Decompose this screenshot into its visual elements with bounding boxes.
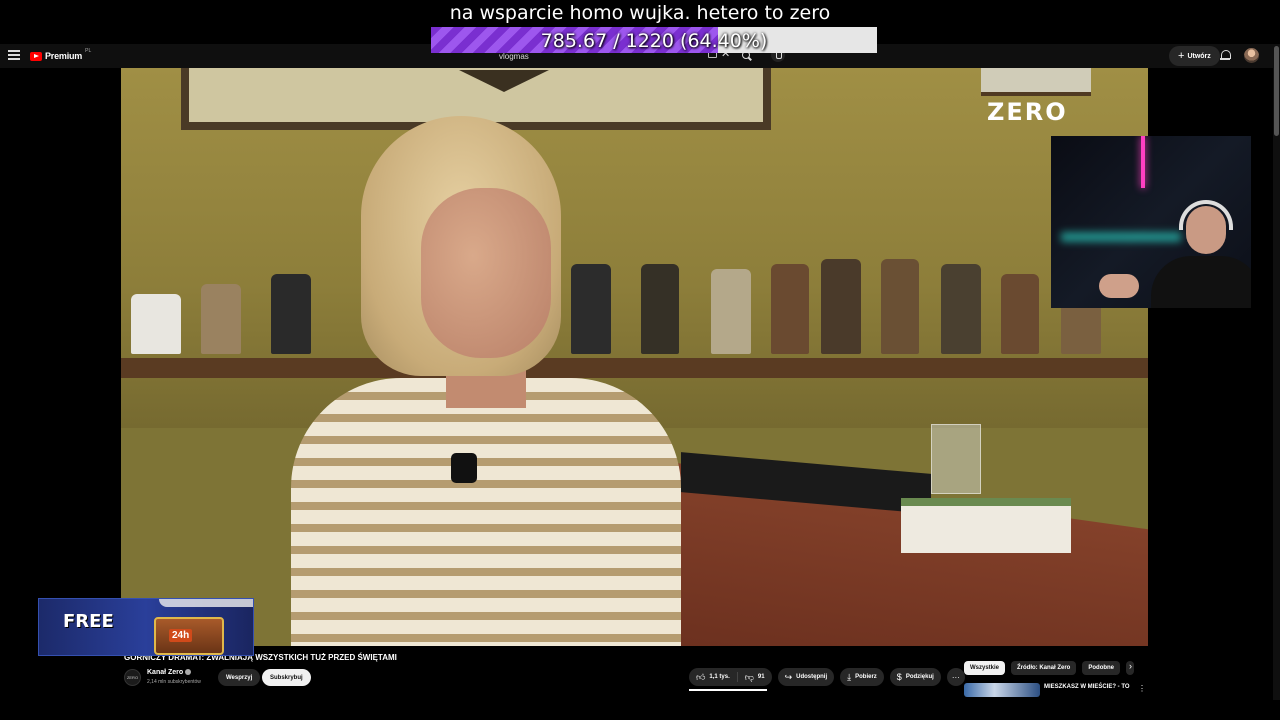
- dislike-button[interactable]: 👎︎ 91: [738, 668, 772, 686]
- thumbs-down-icon: 👎︎: [744, 671, 754, 682]
- recommended-video-title[interactable]: MIESZKASZ W MIEŚCIE? - TO: [1044, 684, 1130, 690]
- video-scene-jar: [1001, 274, 1039, 354]
- video-speaker: [281, 108, 701, 646]
- user-avatar[interactable]: [1244, 48, 1259, 63]
- channel-watermark: ZERO: [987, 98, 1068, 126]
- more-actions-icon[interactable]: ···: [946, 668, 965, 686]
- video-progress-line[interactable]: [689, 689, 767, 691]
- support-button[interactable]: Wesprzyj: [218, 669, 261, 686]
- share-label: Udostępnij: [796, 674, 828, 680]
- download-icon: ⤓: [847, 671, 852, 682]
- progress-text: 785.67 / 1220 (64.40%): [540, 30, 768, 52]
- channel-avatar[interactable]: ZERO: [124, 669, 141, 686]
- donation-progress-bar: 785.67 / 1220 (64.40%): [431, 27, 877, 53]
- scrollbar-thumb[interactable]: [1274, 46, 1279, 136]
- share-icon: ↪: [784, 671, 793, 682]
- subscribe-button[interactable]: Subskrybuj: [262, 669, 311, 686]
- youtube-premium-logo[interactable]: Premium PL: [30, 48, 92, 62]
- create-button[interactable]: + Utwórz: [1169, 46, 1220, 66]
- plus-icon: +: [1178, 50, 1185, 62]
- chip-all[interactable]: Wszystkie: [964, 661, 1006, 675]
- ad-text: FREE: [63, 611, 114, 632]
- video-scene-jar: [771, 264, 809, 354]
- recommended-video-thumbnail[interactable]: [964, 683, 1040, 697]
- video-scene-jar: [821, 259, 861, 354]
- video-scene-jar: [131, 294, 181, 354]
- like-dislike-group: 👍︎ 1,1 tys. 👎︎ 91: [689, 668, 772, 686]
- chip-similar[interactable]: Podobne: [1082, 661, 1121, 675]
- like-button[interactable]: 👍︎ 1,1 tys.: [689, 668, 737, 686]
- ad-tag: 24h: [169, 629, 193, 642]
- create-label: Utwórz: [1187, 52, 1211, 60]
- logo-country-code: PL: [85, 48, 92, 54]
- video-scene-jar: [941, 264, 981, 354]
- hamburger-menu-icon[interactable]: [8, 50, 20, 62]
- download-label: Pobierz: [855, 674, 877, 680]
- video-scene-jar: [881, 259, 919, 354]
- channel-name-text[interactable]: Kanał Zero: [147, 669, 183, 676]
- channel-name[interactable]: Kanał Zero: [147, 669, 192, 676]
- subscriber-count: 2,14 mln subskrybentów: [147, 679, 201, 685]
- thumbs-up-icon: 👍︎: [696, 671, 706, 682]
- video-scene-books: [901, 498, 1071, 553]
- page-scrollbar[interactable]: [1273, 44, 1280, 700]
- thanks-icon: $: [896, 672, 902, 682]
- video-actions: 👍︎ 1,1 tys. 👎︎ 91 ↪ Udostępnij ⤓ Pobierz…: [689, 668, 965, 686]
- recommended-video-menu-icon[interactable]: ⋮: [1138, 684, 1146, 693]
- thanks-label: Podziękuj: [905, 674, 934, 680]
- like-count: 1,1 tys.: [709, 674, 730, 680]
- recommendation-chips: Wszystkie Źródło: Kanał Zero Podobne: [964, 661, 1135, 675]
- video-scene-jar: [711, 269, 751, 354]
- video-player[interactable]: ZERO: [121, 68, 1148, 646]
- video-scene-glass: [931, 424, 981, 494]
- thanks-button[interactable]: $ Podziękuj: [889, 668, 941, 686]
- dislike-count: 91: [757, 674, 765, 680]
- stream-goal-title: na wsparcie homo wujka. hetero to zero: [449, 2, 831, 24]
- video-scene-jar: [201, 284, 241, 354]
- chip-source[interactable]: Źródło: Kanał Zero: [1011, 661, 1077, 675]
- verified-icon: [185, 669, 192, 675]
- download-button[interactable]: ⤓ Pobierz: [840, 668, 884, 686]
- video-scene-frame-right: [981, 68, 1091, 96]
- lapel-mic: [451, 453, 477, 483]
- logo-text: Premium: [45, 51, 83, 61]
- share-button[interactable]: ↪ Udostępnij: [777, 668, 835, 686]
- ad-banner[interactable]: FREE 24h: [38, 598, 254, 656]
- streamer-webcam: [1051, 136, 1251, 308]
- youtube-play-icon: [30, 51, 42, 61]
- chevron-right-icon[interactable]: ›: [1129, 661, 1132, 671]
- notifications-bell-icon[interactable]: [1220, 50, 1231, 61]
